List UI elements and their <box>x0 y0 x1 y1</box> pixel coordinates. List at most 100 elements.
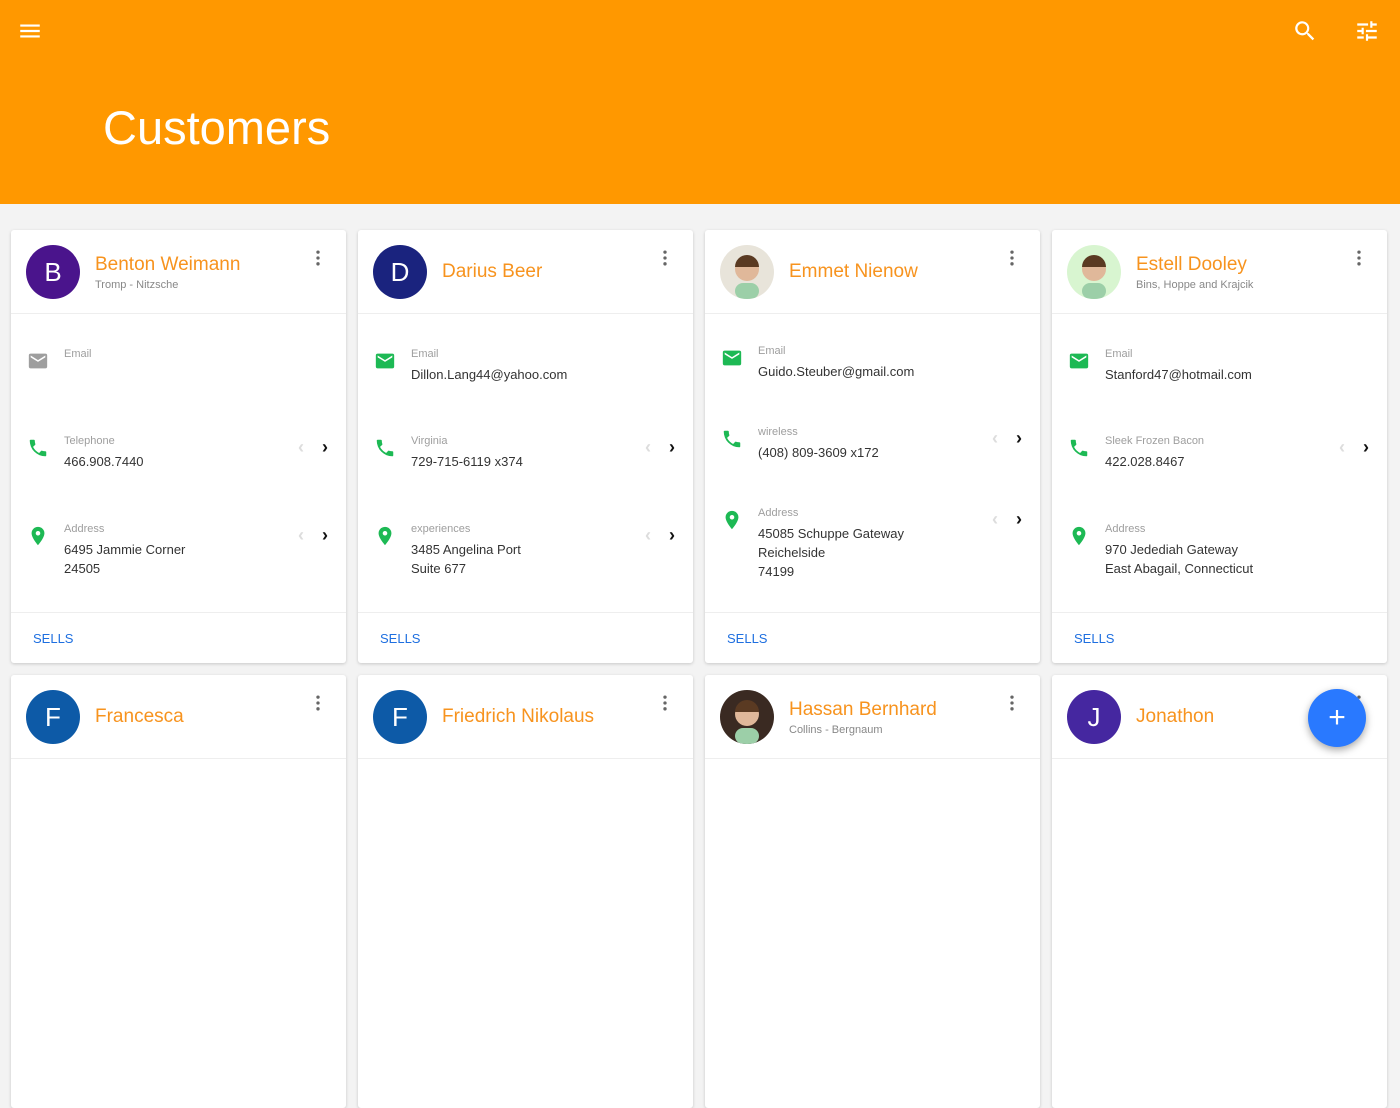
customer-card: Estell Dooley Bins, Hoppe and Krajcik Emai… <box>1052 230 1387 663</box>
card-header: F Friedrich Nikolaus <box>358 675 693 759</box>
field-pin: experiences 3485 Angelina Port Suite 677 ‹ › <box>358 523 693 578</box>
field-phone: Virginia 729-715-6119 x374 ‹ › <box>358 435 693 475</box>
previous-button[interactable]: ‹ <box>1339 437 1345 458</box>
field-value: East Abagail, Connecticut <box>1105 561 1254 577</box>
card-header: B Benton Weimann Tromp - Nitzsche <box>11 230 346 314</box>
phone-icon <box>723 430 741 448</box>
customer-company: Tromp - Nitzsche <box>95 278 179 291</box>
app-bar: Customers <box>0 0 1400 204</box>
customer-company: Bins, Hoppe and Krajcik <box>1136 278 1254 291</box>
search-icon[interactable] <box>1292 18 1318 44</box>
more-vert-icon[interactable] <box>1349 248 1369 268</box>
card-actions: SELLS <box>11 612 346 663</box>
next-button[interactable]: › <box>1016 428 1022 449</box>
customer-info: Jonathon <box>1136 675 1214 759</box>
more-vert-icon[interactable] <box>1002 693 1022 713</box>
customer-name[interactable]: Jonathon <box>1136 706 1214 728</box>
field-value: Reichelside <box>758 545 826 561</box>
customer-card: B Benton Weimann Tromp - Nitzsche Email Tele… <box>11 230 346 663</box>
avatar-image <box>720 690 774 744</box>
next-button[interactable]: › <box>1363 437 1369 458</box>
field-value: Dillon.Lang44@yahoo.com <box>411 366 568 382</box>
field-pager: ‹ › <box>1339 437 1369 458</box>
card-actions: SELLS <box>358 612 693 663</box>
field-label: Email <box>758 344 786 357</box>
page-title: Customers <box>103 101 331 154</box>
field-value: 74199 <box>758 564 795 580</box>
phone-icon <box>29 440 47 457</box>
location-icon <box>725 511 739 530</box>
customer-name[interactable]: Darius Beer <box>442 261 542 283</box>
field-value: 24505 <box>64 561 101 577</box>
avatar: F <box>373 690 427 744</box>
email-icon <box>375 353 395 369</box>
card-actions: SELLS <box>1052 612 1387 663</box>
sells-button[interactable]: SELLS <box>727 631 767 646</box>
next-button[interactable]: › <box>1016 509 1022 530</box>
avatar-image <box>1067 245 1121 299</box>
previous-button[interactable]: ‹ <box>298 437 304 458</box>
field-phone: Sleek Frozen Bacon 422.028.8467 ‹ › <box>1052 435 1387 475</box>
next-button[interactable]: › <box>322 525 328 546</box>
location-icon <box>1072 526 1086 546</box>
card-header: D Darius Beer <box>358 230 693 314</box>
customer-info: Darius Beer <box>442 230 542 314</box>
avatar: D <box>373 245 427 299</box>
customer-info: Friedrich Nikolaus <box>442 675 594 759</box>
field-label: Email <box>1105 347 1133 360</box>
more-vert-icon[interactable] <box>655 693 675 713</box>
location-icon <box>31 526 45 546</box>
field-pager: ‹ › <box>645 525 675 546</box>
previous-button[interactable]: ‹ <box>992 509 998 530</box>
previous-button[interactable]: ‹ <box>992 428 998 449</box>
previous-button[interactable]: ‹ <box>298 525 304 546</box>
customer-card: D Darius Beer Email Dillon.Lang44@yahoo.com… <box>358 230 693 663</box>
email-icon <box>1069 353 1089 369</box>
more-vert-icon[interactable] <box>655 248 675 268</box>
sells-button[interactable]: SELLS <box>1074 631 1114 646</box>
field-pager: ‹ › <box>298 437 328 458</box>
customer-name[interactable]: Hassan Bernhard <box>789 699 937 721</box>
previous-button[interactable]: ‹ <box>645 525 651 546</box>
avatar: B <box>26 245 80 299</box>
customer-info: Benton Weimann Tromp - Nitzsche <box>95 230 240 314</box>
card-header: F Francesca <box>11 675 346 759</box>
customer-name[interactable]: Estell Dooley <box>1136 254 1253 276</box>
customer-card: F Friedrich Nikolaus <box>358 675 693 1108</box>
card-body: Email Guido.Steuber@gmail.com wireless (408… <box>705 314 1040 612</box>
customer-name[interactable]: Benton Weimann <box>95 254 240 276</box>
tune-icon[interactable] <box>1354 18 1380 44</box>
more-vert-icon[interactable] <box>308 693 328 713</box>
customer-name[interactable]: Emmet Nienow <box>789 261 918 283</box>
card-header: Hassan Bernhard Collins - Bergnaum <box>705 675 1040 759</box>
add-customer-button[interactable]: + <box>1308 689 1366 747</box>
field-mail: Email Guido.Steuber@gmail.com <box>705 345 1040 385</box>
next-button[interactable]: › <box>322 437 328 458</box>
avatar: J <box>1067 690 1121 744</box>
next-button[interactable]: › <box>669 525 675 546</box>
field-label: Email <box>411 347 439 360</box>
customer-name[interactable]: Friedrich Nikolaus <box>442 706 594 728</box>
field-mail: Email Stanford47@hotmail.com <box>1052 348 1387 388</box>
sells-button[interactable]: SELLS <box>380 631 420 646</box>
customer-name[interactable]: Francesca <box>95 706 184 728</box>
menu-icon[interactable] <box>17 18 43 44</box>
field-pager: ‹ › <box>645 437 675 458</box>
avatar: F <box>26 690 80 744</box>
more-vert-icon[interactable] <box>1002 248 1022 268</box>
card-body: Email Dillon.Lang44@yahoo.com Virginia 729-… <box>358 314 693 612</box>
customer-card: F Francesca <box>11 675 346 1108</box>
previous-button[interactable]: ‹ <box>645 437 651 458</box>
field-pin: Address 6495 Jammie Corner 24505 ‹ › <box>11 523 346 578</box>
more-vert-icon[interactable] <box>308 248 328 268</box>
avatar-image <box>720 245 774 299</box>
card-body: Email Stanford47@hotmail.com Sleek Frozen … <box>1052 314 1387 612</box>
sells-button[interactable]: SELLS <box>33 631 73 646</box>
email-icon <box>28 353 48 369</box>
field-value: 970 Jedediah Gateway <box>1105 542 1238 558</box>
customer-info: Emmet Nienow <box>789 230 918 314</box>
field-mail: Email Dillon.Lang44@yahoo.com <box>358 348 693 388</box>
customer-card: Hassan Bernhard Collins - Bergnaum <box>705 675 1040 1108</box>
field-pager: ‹ › <box>298 525 328 546</box>
next-button[interactable]: › <box>669 437 675 458</box>
